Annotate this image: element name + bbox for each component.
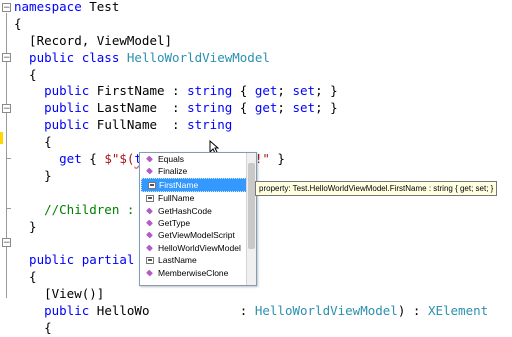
collapse-toggle-namespace[interactable]: −: [2, 3, 11, 13]
completion-item-label: Equals: [158, 154, 184, 164]
fold-end-fullname: [6, 158, 11, 159]
code-token: HelloWorldViewModel: [126, 49, 270, 65]
code-token: HelloWorldViewModel: [254, 303, 398, 319]
code-token: {: [14, 134, 52, 150]
method-icon: [146, 231, 153, 239]
code-token: {: [232, 83, 255, 99]
code-token: ;: [277, 100, 293, 116]
code-token: [View()]: [14, 286, 105, 302]
code-token: public partial mo: [14, 252, 157, 268]
editor-gutter: − − − −: [0, 0, 14, 302]
collapse-toggle-class[interactable]: −: [2, 53, 11, 63]
code-token: public: [14, 117, 90, 133]
method-icon: [146, 207, 153, 215]
code-line[interactable]: {: [14, 134, 488, 151]
code-token: ; }: [315, 100, 338, 116]
code-line[interactable]: public LastName : string { get; set; }: [14, 100, 488, 117]
code-token: [Record, ViewModel]: [14, 32, 173, 48]
completion-item[interactable]: FirstName: [141, 177, 255, 193]
code-token: {: [14, 269, 37, 285]
completion-item-label: Finalize: [158, 166, 188, 177]
code-line[interactable]: public FirstName : string { get; set; }: [14, 83, 488, 100]
code-token: XElement: [427, 303, 489, 319]
completion-item[interactable]: GetViewModelScript: [140, 229, 256, 241]
quickinfo-tooltip: property: Test.HelloWorldViewModel.First…: [255, 181, 498, 196]
code-token: public: [14, 83, 90, 99]
code-token: LastName :: [89, 100, 188, 116]
code-token: {: [14, 15, 22, 31]
code-token: set: [292, 100, 316, 116]
fold-end-class: [6, 208, 11, 209]
code-token: public: [14, 303, 90, 319]
method-icon: [146, 155, 153, 163]
property-icon: [146, 195, 154, 203]
property-icon: [146, 257, 154, 265]
completion-item[interactable]: Finalize: [140, 165, 256, 177]
collapse-toggle-fullname[interactable]: −: [2, 104, 11, 114]
code-token: ;: [277, 83, 293, 99]
code-line[interactable]: namespace Test: [14, 0, 488, 16]
method-icon: [146, 269, 153, 276]
code-token: public: [14, 100, 90, 116]
completion-item-label: LastName: [158, 255, 197, 266]
code-token: $"$(: [104, 151, 135, 167]
completion-item[interactable]: GetType: [140, 217, 256, 229]
code-line[interactable]: [View()]: [14, 286, 488, 303]
code-token: string: [187, 117, 233, 133]
intellisense-popup: Equals Finalize FirstName FullName GetHashCo…: [139, 152, 257, 286]
code-token: ; }: [315, 83, 338, 99]
completion-item[interactable]: FullName: [140, 192, 256, 204]
code-token: get: [254, 100, 278, 116]
code-token: get: [59, 151, 82, 167]
code-token: FullName :: [89, 117, 188, 133]
code-token: }: [14, 167, 52, 183]
code-line[interactable]: public HelloWo : HelloWorldViewModel) : …: [14, 303, 488, 320]
method-icon: [146, 219, 153, 227]
completion-item[interactable]: LastName: [140, 254, 256, 266]
code-line[interactable]: {: [14, 320, 488, 337]
code-token: namespace: [14, 0, 82, 14]
code-token: {: [232, 100, 255, 116]
completion-item-label: FirstName: [159, 179, 199, 190]
completion-item-label: GetType: [158, 217, 191, 228]
code-line[interactable]: public class HelloWorldViewModel: [14, 50, 488, 67]
completion-item-label: MemberwiseClone: [158, 267, 229, 278]
code-token: FirstName :: [89, 83, 188, 99]
code-token: set: [292, 83, 316, 99]
code-token: //Children : VI: [14, 201, 157, 217]
completion-item[interactable]: MemberwiseClone: [140, 267, 256, 279]
code-token: get: [254, 83, 278, 99]
method-icon: [146, 167, 153, 175]
code-line[interactable]: {: [14, 16, 488, 33]
code-token: }: [269, 151, 285, 167]
method-icon: [146, 244, 153, 252]
code-token: Test: [81, 0, 120, 14]
code-line[interactable]: [Record, ViewModel]: [14, 33, 488, 50]
change-marker: [0, 132, 3, 144]
scrollbar-thumb[interactable]: [248, 163, 255, 249]
code-token: ) :: [397, 303, 428, 319]
completion-item[interactable]: HelloWorldViewModel: [140, 242, 256, 254]
completion-item-label: FullName: [158, 193, 195, 204]
completion-item-label: HelloWorldViewModel: [158, 242, 241, 253]
completion-scrollbar[interactable]: [246, 153, 256, 285]
code-token: {: [14, 66, 37, 82]
code-token: string: [187, 83, 233, 99]
completion-item-label: GetViewModelScript: [158, 230, 235, 241]
code-token: {: [14, 319, 52, 335]
completion-item[interactable]: GetHashCode: [140, 205, 256, 217]
code-line[interactable]: {: [14, 67, 488, 84]
collapse-toggle-partial[interactable]: −: [2, 238, 11, 248]
code-line[interactable]: public FullName : string: [14, 117, 488, 134]
code-token: {: [81, 151, 105, 167]
property-icon: [148, 181, 156, 189]
code-token: public class: [14, 49, 127, 65]
code-token: }: [14, 218, 37, 234]
completion-item[interactable]: Equals: [140, 153, 256, 165]
completion-item-label: GetHashCode: [158, 205, 212, 216]
code-token: HelloWo :: [89, 303, 255, 319]
completion-list: Equals Finalize FirstName FullName GetHashCo…: [140, 153, 256, 279]
code-token: string: [187, 100, 233, 116]
